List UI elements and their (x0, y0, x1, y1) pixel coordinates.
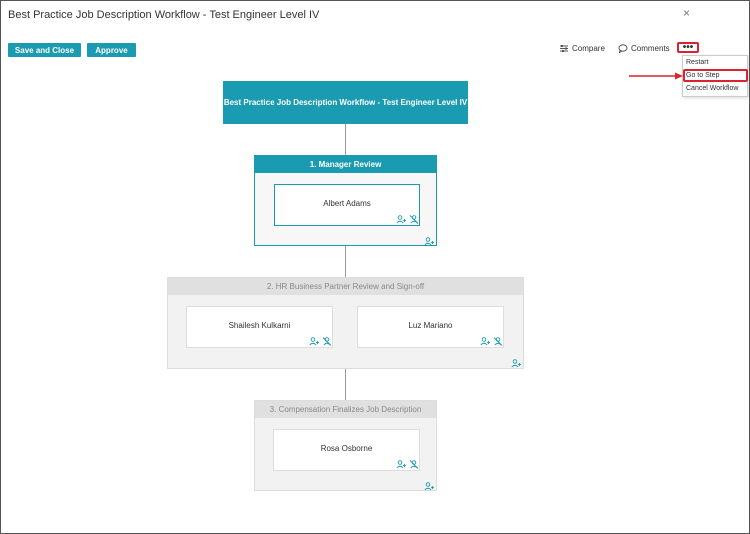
connector-line (345, 246, 346, 277)
remove-user-icon[interactable] (322, 337, 332, 346)
assignee-name: Rosa Osborne (320, 444, 373, 453)
step-manager-review[interactable]: 1. Manager Review Albert Adams (254, 155, 437, 246)
add-user-icon[interactable] (480, 337, 490, 346)
add-user-icon[interactable] (309, 337, 319, 346)
add-user-icon[interactable] (396, 215, 406, 224)
more-options-button[interactable]: ••• (677, 42, 699, 53)
arrow-icon (629, 72, 683, 80)
workflow-start-node: Best Practice Job Description Workflow -… (223, 81, 468, 124)
menu-item-restart[interactable]: Restart (686, 59, 709, 66)
go-to-step-highlight (683, 69, 748, 82)
remove-user-icon[interactable] (409, 215, 419, 224)
remove-user-icon[interactable] (493, 337, 503, 346)
comments-label: Comments (631, 44, 670, 53)
comment-icon (618, 44, 628, 53)
assignee-name: Albert Adams (323, 199, 371, 208)
save-and-close-button[interactable]: Save and Close (8, 43, 81, 57)
workflow-dialog: Best Practice Job Description Workflow -… (0, 0, 750, 534)
add-assignee-icon[interactable] (511, 359, 521, 368)
add-user-icon[interactable] (396, 460, 406, 469)
step-title: 1. Manager Review (255, 156, 436, 173)
connector-line (345, 124, 346, 155)
step-title: 2. HR Business Partner Review and Sign-o… (168, 278, 523, 295)
assignee-card[interactable]: Shailesh Kulkarni (186, 306, 333, 348)
compare-button[interactable]: Compare (559, 44, 605, 53)
compare-label: Compare (572, 44, 605, 53)
compare-icon (560, 45, 568, 52)
step-compensation-finalizes[interactable]: 3. Compensation Finalizes Job Descriptio… (254, 400, 437, 491)
comments-button[interactable]: Comments (618, 44, 670, 53)
menu-item-cancel-workflow[interactable]: Cancel Workflow (686, 85, 738, 92)
add-assignee-icon[interactable] (424, 237, 434, 246)
connector-line (345, 369, 346, 400)
step-title: 3. Compensation Finalizes Job Descriptio… (255, 401, 436, 418)
assignee-card[interactable]: Luz Mariano (357, 306, 504, 348)
close-icon[interactable]: × (683, 6, 690, 20)
step-hr-business-partner-review[interactable]: 2. HR Business Partner Review and Sign-o… (167, 277, 524, 369)
assignee-name: Luz Mariano (408, 321, 453, 330)
add-assignee-icon[interactable] (424, 482, 434, 491)
assignee-card[interactable]: Albert Adams (274, 184, 420, 226)
remove-user-icon[interactable] (409, 460, 419, 469)
dialog-title: Best Practice Job Description Workflow -… (8, 9, 320, 21)
assignee-card[interactable]: Rosa Osborne (273, 429, 420, 471)
assignee-name: Shailesh Kulkarni (228, 321, 291, 330)
approve-button[interactable]: Approve (87, 43, 136, 57)
